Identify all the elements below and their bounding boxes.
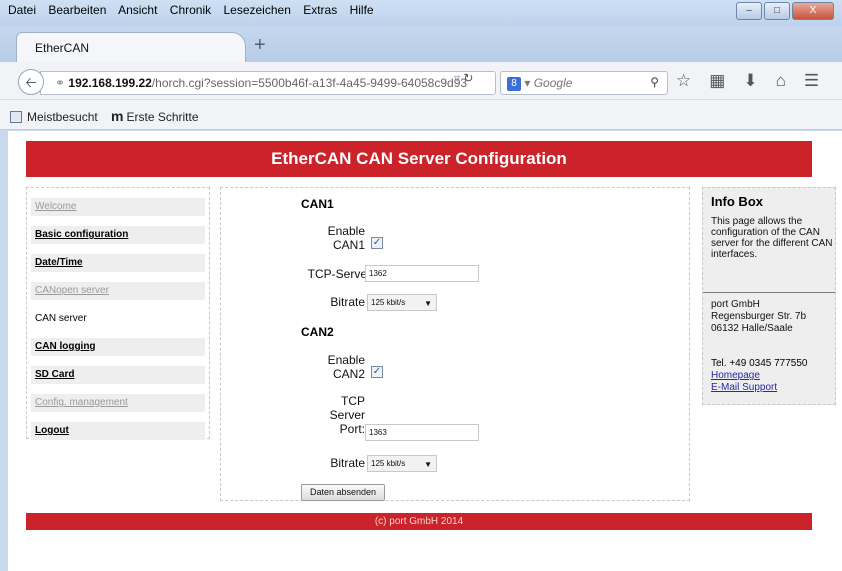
can2-heading: CAN2 bbox=[301, 325, 334, 339]
can2-bitrate-select[interactable]: 125 kbit/s ▼ bbox=[367, 455, 437, 472]
address-line-3: 06132 Halle/Saale bbox=[711, 323, 793, 334]
reload-icon[interactable]: ↻ bbox=[463, 71, 473, 85]
url-icons: ▿ ↻ bbox=[454, 71, 473, 85]
menu-bearbeiten[interactable]: Bearbeiten bbox=[48, 3, 106, 17]
menu-extras[interactable]: Extras bbox=[303, 3, 337, 17]
can2-tcp-port-input[interactable]: 1363 bbox=[365, 424, 479, 441]
can2-tcp-label: TCP Server Port: bbox=[281, 394, 365, 436]
nav-logout[interactable]: Logout bbox=[31, 422, 205, 440]
bookmark-folder-icon bbox=[10, 111, 22, 123]
nav-can-server: CAN server bbox=[35, 313, 87, 324]
chevron-down-icon: ▼ bbox=[424, 460, 432, 469]
maximize-button[interactable]: □ bbox=[764, 2, 790, 20]
nav-can-logging[interactable]: CAN logging bbox=[31, 338, 205, 356]
can2-enable-label-line2: CAN2 bbox=[332, 367, 365, 381]
menu-ansicht[interactable]: Ansicht bbox=[118, 3, 157, 17]
info-box-address: port GmbH Regensburger Str. 7b 06132 Hal… bbox=[711, 299, 806, 335]
can1-tcp-port-input[interactable]: 1362 bbox=[365, 265, 479, 282]
minimize-button[interactable]: – bbox=[736, 2, 762, 20]
address-line-2: Regensburger Str. 7b bbox=[711, 311, 807, 322]
can1-bitrate-label: Bitrate bbox=[330, 295, 365, 309]
bookmark-erste-schritte[interactable]: m Erste Schritte bbox=[111, 108, 199, 124]
info-box-title: Info Box bbox=[711, 194, 763, 209]
new-tab-button[interactable]: + bbox=[254, 34, 266, 57]
address-line-1: port GmbH bbox=[711, 299, 760, 310]
can2-enable-checkbox[interactable]: ✓ bbox=[371, 366, 383, 378]
info-box-contact: Tel. +49 0345 777550 Homepage E-Mail Sup… bbox=[711, 358, 807, 394]
nav-canopen-server[interactable]: CANopen server bbox=[31, 282, 205, 300]
bookmark-label: Meistbesucht bbox=[27, 110, 98, 124]
arrow-left-icon: 🡠 bbox=[25, 74, 37, 90]
homepage-link[interactable]: Homepage bbox=[711, 370, 807, 382]
menu-bar: Datei Bearbeiten Ansicht Chronik Lesezei… bbox=[0, 0, 842, 26]
can1-heading: CAN1 bbox=[301, 197, 334, 211]
web-page: EtherCAN CAN Server Configuration Welcom… bbox=[8, 131, 842, 571]
can1-enable-checkbox[interactable]: ✓ bbox=[371, 237, 383, 249]
info-box-text: This page allows the configuration of th… bbox=[711, 216, 833, 260]
can2-enable-label-line1: Enable bbox=[327, 353, 365, 367]
info-box-divider bbox=[703, 292, 835, 293]
navigation-bar: ⚭ 192.168.199.22/horch.cgi?session=5500b… bbox=[0, 62, 842, 100]
bookmark-star-icon[interactable]: ☆ bbox=[676, 71, 691, 91]
menu-hilfe[interactable]: Hilfe bbox=[350, 3, 374, 17]
search-placeholder: Google bbox=[533, 76, 573, 90]
menu-lesezeichen[interactable]: Lesezeichen bbox=[223, 3, 290, 17]
chevron-down-icon: ▼ bbox=[424, 299, 432, 308]
page-footer: (c) port GmbH 2014 bbox=[26, 513, 812, 530]
can2-tcp-label-line1: TCP bbox=[341, 394, 365, 408]
menu-hamburger-icon[interactable]: ☰ bbox=[804, 71, 819, 91]
back-button[interactable]: 🡠 bbox=[18, 69, 44, 95]
download-icon[interactable]: ⬇ bbox=[743, 71, 757, 91]
tab-ethercan[interactable]: EtherCAN bbox=[16, 32, 246, 62]
page-title: EtherCAN CAN Server Configuration bbox=[26, 141, 812, 177]
bookmark-meistbesucht[interactable]: Meistbesucht bbox=[10, 110, 98, 124]
url-path: /horch.cgi?session=5500b46f-a13f-4a45-94… bbox=[151, 76, 468, 90]
can2-bitrate-label: Bitrate bbox=[330, 456, 365, 470]
email-support-link[interactable]: E-Mail Support bbox=[711, 382, 807, 394]
config-form: CAN1 Enable CAN1 ✓ TCP-Server 1362 Bitra… bbox=[220, 187, 690, 501]
can1-enable-label: Enable CAN1 bbox=[281, 224, 365, 252]
toolbar-icons: ☆ ▦ ⬇ ⌂ ☰ bbox=[676, 71, 819, 91]
close-button[interactable]: X bbox=[792, 2, 834, 20]
can2-enable-label: Enable CAN2 bbox=[281, 353, 365, 381]
submit-button[interactable]: Daten absenden bbox=[301, 484, 386, 501]
telephone: Tel. +49 0345 777550 bbox=[711, 358, 808, 369]
tab-strip: EtherCAN + bbox=[0, 26, 842, 62]
search-bar[interactable]: 8 ▾ Google ⚲ bbox=[500, 71, 668, 95]
can1-bitrate-value: 125 kbit/s bbox=[371, 298, 406, 307]
nav-date-time[interactable]: Date/Time bbox=[31, 254, 205, 272]
m-logo-icon: m bbox=[111, 108, 124, 124]
info-box: Info Box This page allows the configurat… bbox=[702, 187, 836, 405]
can2-tcp-label-line2: Server bbox=[329, 408, 365, 422]
bookmark-label: Erste Schritte bbox=[126, 110, 199, 124]
home-icon[interactable]: ⌂ bbox=[776, 71, 786, 91]
can2-tcp-label-line3: Port: bbox=[339, 422, 365, 436]
can1-tcp-label: TCP-Server bbox=[307, 267, 371, 281]
nav-welcome[interactable]: Welcome bbox=[31, 198, 205, 216]
sidebar-nav: Welcome Basic configuration Date/Time CA… bbox=[26, 187, 210, 440]
globe-icon: ⚭ bbox=[55, 76, 69, 90]
nav-sd-card[interactable]: SD Card bbox=[31, 366, 205, 384]
search-engine-dropdown-icon: ▾ bbox=[524, 76, 531, 90]
nav-basic-configuration[interactable]: Basic configuration bbox=[31, 226, 205, 244]
can1-bitrate-select[interactable]: 125 kbit/s ▼ bbox=[367, 294, 437, 311]
nav-config-management[interactable]: Config. management bbox=[31, 394, 205, 412]
can2-bitrate-value: 125 kbit/s bbox=[371, 459, 406, 468]
can1-enable-label-line1: Enable bbox=[327, 224, 365, 238]
menu-datei[interactable]: Datei bbox=[8, 3, 36, 17]
bookmarks-list-icon[interactable]: ▦ bbox=[709, 71, 725, 91]
search-engine-icon[interactable]: 8 bbox=[507, 76, 521, 91]
can1-enable-label-line2: CAN1 bbox=[332, 238, 365, 252]
window-controls: – □ X bbox=[736, 2, 834, 20]
menu-chronik[interactable]: Chronik bbox=[170, 3, 211, 17]
url-host: 192.168.199.22 bbox=[68, 76, 152, 90]
search-icon[interactable]: ⚲ bbox=[650, 75, 659, 89]
bookmarks-bar: Meistbesucht m Erste Schritte bbox=[0, 100, 842, 130]
url-bar[interactable]: ⚭ 192.168.199.22/horch.cgi?session=5500b… bbox=[40, 71, 496, 95]
dropdown-history-icon[interactable]: ▿ bbox=[454, 71, 460, 85]
